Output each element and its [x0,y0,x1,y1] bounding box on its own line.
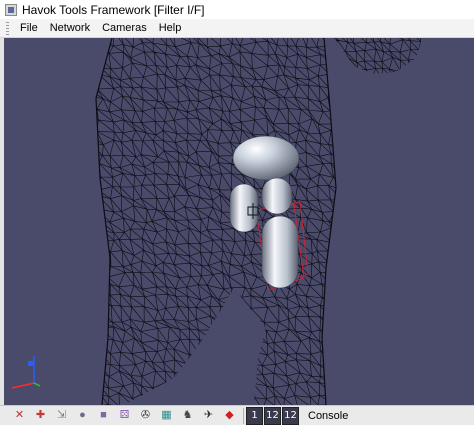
app-icon [5,3,17,16]
menu-file[interactable]: File [14,20,44,37]
select-icon[interactable]: ✕ [10,407,29,425]
capsule-bottom[interactable] [261,215,299,289]
cube-icon[interactable]: ■ [94,407,113,425]
sphere-icon[interactable]: ● [73,407,92,425]
toolbar-separator [243,407,244,424]
wireframe-mesh [96,38,336,405]
wireframe-arm-mesh [334,38,422,74]
menu-help[interactable]: Help [153,20,188,37]
menu-network[interactable]: Network [44,20,96,37]
dice-icon[interactable]: ⚄ [115,407,134,425]
gem-icon[interactable]: ◆ [220,407,239,425]
axis-gizmo [11,356,41,389]
pick-icon[interactable]: ✚ [31,407,50,425]
title-bar: Havok Tools Framework [Filter I/F] [0,0,474,19]
camera-icon[interactable]: ✇ [136,407,155,425]
menu-bar: File Network Cameras Help [0,19,474,38]
figure-icon[interactable]: ♞ [178,407,197,425]
window-title: Havok Tools Framework [Filter I/F] [22,2,205,17]
capsule-left[interactable] [229,183,259,233]
grid-icon[interactable]: ▦ [157,407,176,425]
drag-icon[interactable]: ⇲ [52,407,71,425]
menu-cameras[interactable]: Cameras [96,20,153,37]
menu-grip-icon [6,21,9,35]
capsule-middle[interactable] [261,177,293,215]
bottom-toolbar: ✕ ✚ ⇲ ● ■ ⚄ ✇ ▦ ♞ ✈ ◆ 1 12 12 Console [0,405,474,425]
console-tab[interactable]: Console [308,410,348,422]
viewport-1-button[interactable]: 1 [246,406,263,425]
bird-icon[interactable]: ✈ [199,407,218,425]
capsule-top[interactable] [232,135,300,181]
viewport-2-button[interactable]: 12 [264,406,281,425]
scene-canvas[interactable] [4,38,474,405]
3d-viewport[interactable] [4,38,474,405]
viewport-3-button[interactable]: 12 [282,406,299,425]
